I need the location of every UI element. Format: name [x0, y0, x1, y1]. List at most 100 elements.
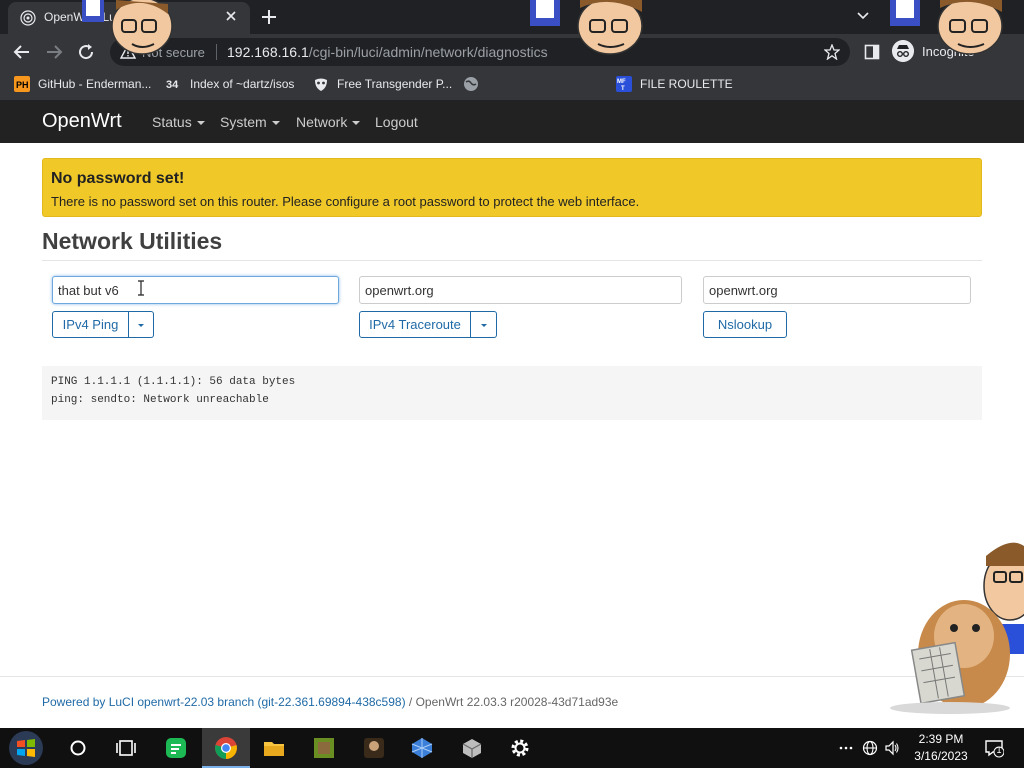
chevron-down-icon[interactable] — [856, 8, 870, 22]
luci-navbar: OpenWrt Status System Network Logout — [0, 101, 1024, 143]
caret-down-icon — [480, 324, 487, 328]
svg-text:T: T — [621, 86, 625, 92]
menu-system[interactable]: System — [220, 114, 280, 130]
action-center-button[interactable]: 1 — [984, 738, 1005, 758]
new-tab-icon[interactable] — [260, 8, 278, 26]
nslookup-button-group: Nslookup — [703, 311, 787, 338]
bookmark-github[interactable]: PH GitHub - Enderman... — [14, 76, 154, 94]
traceroute-button-group: IPv4 Traceroute — [359, 311, 497, 338]
footer: Powered by LuCI openwrt-22.03 branch (gi… — [42, 695, 618, 709]
url-host: 192.168.16.1 — [227, 44, 309, 60]
url-text[interactable]: 192.168.16.1/cgi-bin/luci/admin/network/… — [227, 44, 548, 60]
svg-text:34: 34 — [166, 79, 179, 91]
start-button[interactable] — [2, 728, 50, 768]
menu-label: Status — [152, 114, 192, 130]
footer-separator: / — [405, 695, 416, 709]
task-view-icon — [116, 740, 136, 756]
svg-text:MF: MF — [617, 79, 626, 85]
ping-button-group: IPv4 Ping — [52, 311, 154, 338]
clock-date: 3/16/2023 — [914, 749, 968, 763]
menu-network[interactable]: Network — [296, 114, 361, 130]
output-line: PING 1.1.1.1 (1.1.1.1): 56 data bytes — [51, 376, 296, 388]
openwrt-favicon-icon — [20, 10, 36, 26]
clock-time: 2:39 PM — [918, 732, 964, 746]
address-bar[interactable]: Not secure 192.168.16.1/cgi-bin/luci/adm… — [110, 38, 850, 66]
taskbar-settings[interactable] — [496, 728, 544, 768]
menu-logout[interactable]: Logout — [375, 114, 418, 130]
bookmark-label: Free Transgender P... — [337, 77, 453, 91]
luci-footer-link[interactable]: Powered by LuCI openwrt-22.03 branch (gi… — [42, 695, 406, 709]
title-divider — [42, 260, 982, 261]
bookmark-star-icon[interactable] — [824, 44, 840, 60]
tray-overflow-icon[interactable] — [838, 740, 854, 756]
taskbar-file-explorer[interactable] — [250, 728, 298, 768]
caret-down-icon — [352, 121, 361, 126]
folder-icon — [264, 742, 284, 756]
bookmark-free[interactable]: Free Transgender P... — [313, 76, 453, 94]
caret-down-icon — [271, 121, 280, 126]
taskbar-app-media[interactable] — [350, 728, 398, 768]
taskbar-app-minecraft[interactable] — [300, 728, 348, 768]
menu-status[interactable]: Status — [152, 114, 205, 130]
alert-text: There is no password set on this router.… — [51, 194, 640, 209]
nslookup-host-input[interactable] — [703, 276, 971, 304]
package-app-icon — [462, 739, 482, 758]
mft-icon: MF T — [616, 76, 632, 92]
ping-dropdown-toggle[interactable] — [129, 311, 154, 338]
forward-arrow-icon[interactable] — [44, 42, 64, 62]
menu-label: Logout — [375, 114, 418, 130]
globe-icon — [464, 77, 478, 91]
bookmark-isos[interactable]: 34 Index of ~dartz/isos — [166, 76, 302, 94]
back-arrow-icon[interactable] — [12, 42, 32, 62]
34-icon: 34 — [166, 79, 179, 91]
green-app-icon — [166, 738, 186, 758]
bookmark-file-roulette[interactable]: MF T FILE ROULETTE — [616, 76, 736, 94]
windows-logo-icon — [9, 731, 43, 765]
network-app-icon — [411, 738, 433, 758]
cartoon-face-sticker-icon — [82, 0, 173, 55]
brand-logo[interactable]: OpenWrt — [42, 110, 122, 133]
search-circle-icon — [70, 740, 86, 756]
close-tab-icon[interactable] — [224, 9, 238, 23]
command-output: PING 1.1.1.1 (1.1.1.1): 56 data bytes pi… — [42, 366, 982, 420]
url-path: /cgi-bin/luci/admin/network/diagnostics — [308, 44, 548, 60]
volume-icon[interactable] — [884, 740, 900, 756]
ipv4-ping-button[interactable]: IPv4 Ping — [52, 311, 129, 338]
bookmark-globe[interactable] — [463, 76, 603, 94]
task-view-button[interactable] — [102, 728, 150, 768]
taskbar-app-package[interactable] — [448, 728, 496, 768]
svg-text:PH: PH — [16, 80, 29, 90]
ping-host-input[interactable] — [52, 276, 339, 304]
media-app-icon — [364, 738, 384, 758]
footer-divider — [0, 676, 1024, 677]
traceroute-host-input[interactable] — [359, 276, 682, 304]
page-title: Network Utilities — [42, 228, 223, 254]
url-divider — [216, 44, 217, 60]
bookmark-label: GitHub - Enderman... — [38, 77, 152, 91]
bookmark-label: FILE ROULETTE — [640, 77, 733, 91]
text-cursor-icon — [138, 280, 144, 296]
gear-icon — [511, 739, 529, 757]
side-panel-icon[interactable] — [864, 44, 880, 60]
taskbar-chrome[interactable] — [202, 728, 250, 768]
bookmark-label: Index of ~dartz/isos — [190, 77, 295, 91]
traceroute-dropdown-toggle[interactable] — [471, 311, 497, 338]
taskbar-notes-app[interactable] — [152, 728, 200, 768]
windows-taskbar: 2:39 PM 3/16/2023 1 — [0, 728, 1024, 768]
alert-title: No password set! — [51, 170, 185, 187]
taskbar-app-network[interactable] — [398, 728, 446, 768]
mask-icon — [315, 78, 327, 91]
ipv4-traceroute-button[interactable]: IPv4 Traceroute — [359, 311, 471, 338]
caret-down-icon — [196, 121, 205, 126]
bookmarks-bar: PH GitHub - Enderman... 34 Index of ~dar… — [0, 70, 1024, 101]
menu-label: System — [220, 114, 267, 130]
system-clock[interactable]: 2:39 PM 3/16/2023 — [904, 731, 978, 765]
network-globe-icon[interactable] — [862, 740, 878, 756]
openwrt-version: OpenWrt 22.03.3 r20028-43d71ad93e — [415, 695, 619, 709]
hamster-sticker-icon — [890, 542, 1024, 714]
ph-icon: PH — [14, 76, 30, 92]
game-app-icon — [314, 738, 334, 758]
no-password-alert: No password set! There is no password se… — [42, 158, 982, 217]
search-button[interactable] — [54, 728, 102, 768]
nslookup-button[interactable]: Nslookup — [703, 311, 787, 338]
